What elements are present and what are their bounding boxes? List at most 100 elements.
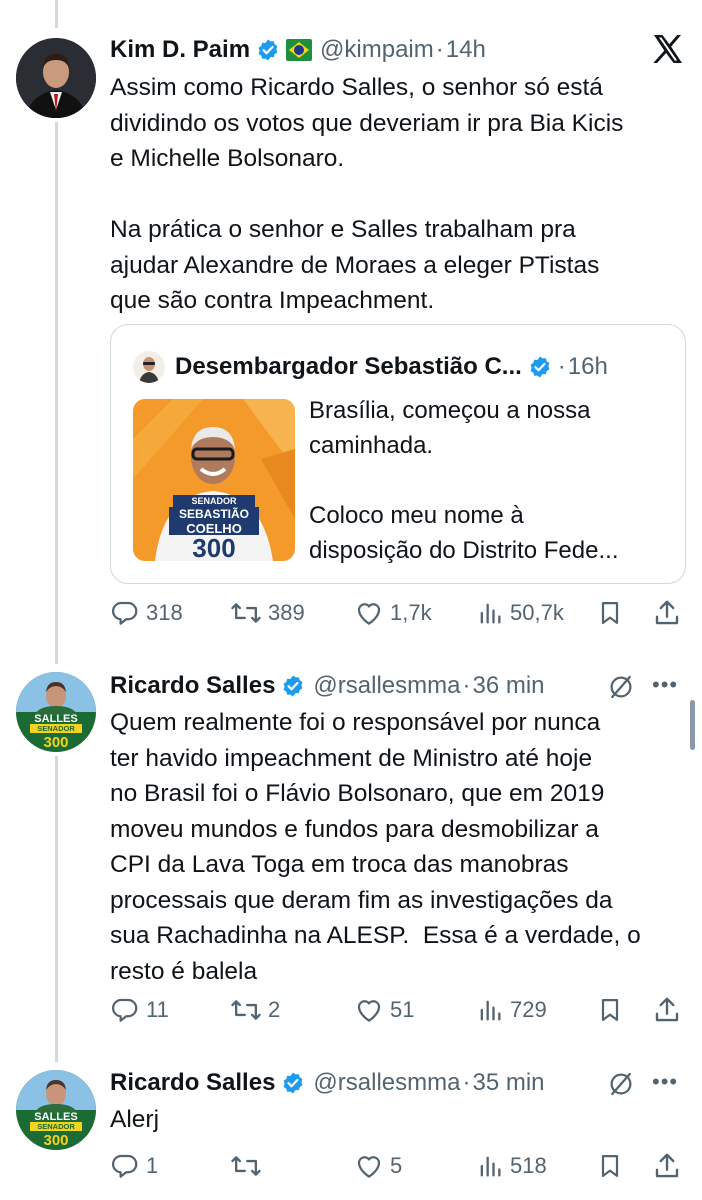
like-icon: [357, 1156, 381, 1178]
quoted-author-name: Desembargador Sebastião C...: [175, 353, 522, 380]
timestamp[interactable]: 35 min: [472, 1069, 544, 1097]
bookmark-button[interactable]: [596, 593, 624, 633]
like-icon: [357, 1000, 381, 1022]
author-name[interactable]: Kim D. Paim: [110, 36, 250, 64]
views-button[interactable]: 729: [476, 990, 547, 1030]
verified-badge-icon: [281, 674, 305, 698]
grok-icon[interactable]: [606, 672, 636, 707]
quoted-avatar: [133, 351, 165, 383]
retweet-count: 389: [268, 600, 305, 625]
image-caption-line2: SEBASTIÃO: [179, 506, 249, 521]
flag-badge-icon: [286, 39, 313, 61]
views-button[interactable]: 518: [476, 1146, 547, 1186]
avatar-text-line2: SENADOR: [37, 724, 75, 733]
author-name[interactable]: Ricardo Salles: [110, 1069, 275, 1097]
tweet-text: Alerj: [110, 1106, 160, 1133]
views-count: 518: [510, 1153, 547, 1178]
like-count: 1,7k: [390, 600, 432, 625]
tweet-text: Assim como Ricardo Salles, o senhor só e…: [110, 74, 624, 314]
retweet-button[interactable]: 389: [230, 593, 305, 633]
more-icon[interactable]: •••: [652, 672, 678, 698]
reply-count: 11: [146, 997, 169, 1022]
author-handle[interactable]: @kimpaim: [320, 36, 434, 64]
author-name[interactable]: Ricardo Salles: [110, 672, 275, 700]
reply-button[interactable]: 318: [110, 593, 183, 633]
share-icon: [655, 1153, 679, 1178]
tweet-actions: 318 389 1,7k 50,7k: [110, 593, 690, 633]
quoted-tweet-text: Brasília, começou a nossa caminhada. Col…: [309, 397, 619, 564]
timestamp[interactable]: 14h: [446, 36, 486, 64]
tweet-text: Quem realmente foi o responsável por nun…: [110, 709, 641, 985]
avatar-text-line2: SENADOR: [37, 1122, 75, 1131]
avatar-text-number: 300: [43, 734, 68, 751]
separator-dot: ·: [462, 672, 471, 699]
retweet-icon: [231, 1000, 261, 1020]
quoted-tweet-header: Desembargador Sebastião C... · 16h: [133, 347, 608, 387]
separator-dot: ·: [557, 353, 566, 380]
bookmark-icon: [601, 998, 619, 1022]
reply-count: 318: [146, 600, 183, 625]
like-count: 5: [390, 1153, 403, 1178]
views-icon: [480, 1000, 501, 1021]
quoted-timestamp: 16h: [567, 353, 608, 380]
scrollbar[interactable]: [690, 700, 695, 750]
bookmark-icon: [601, 601, 619, 625]
views-icon: [480, 1156, 501, 1177]
avatar-text-number: 300: [43, 1132, 68, 1149]
tweet-header: Ricardo Salles @rsallesmma · 36 min: [110, 669, 545, 703]
like-icon: [357, 603, 381, 625]
separator-dot: ·: [462, 1069, 471, 1096]
reply-icon: [111, 601, 138, 625]
tweet-actions: 11 2 51 729: [110, 990, 690, 1030]
reply-button[interactable]: 11: [110, 990, 169, 1030]
author-handle[interactable]: @rsallesmma: [313, 672, 460, 700]
share-icon: [655, 997, 679, 1022]
retweet-count: 2: [268, 997, 281, 1022]
image-caption-line1: SENADOR: [191, 496, 237, 506]
retweet-icon: [231, 1156, 261, 1176]
separator-dot: ·: [435, 36, 444, 63]
verified-badge-icon: [256, 38, 280, 62]
like-button[interactable]: 51: [354, 990, 414, 1030]
bookmark-button[interactable]: [596, 1146, 624, 1186]
image-caption-number: 300: [192, 533, 235, 561]
share-button[interactable]: [652, 1146, 682, 1186]
like-button[interactable]: 5: [354, 1146, 402, 1186]
avatar[interactable]: [16, 38, 96, 118]
bookmark-icon: [601, 1154, 619, 1178]
thread-line: [55, 756, 58, 1062]
x-logo-icon[interactable]: [652, 34, 684, 69]
views-count: 729: [510, 997, 547, 1022]
share-button[interactable]: [652, 593, 682, 633]
retweet-button[interactable]: 2: [230, 990, 280, 1030]
retweet-button[interactable]: [230, 1146, 268, 1186]
tweet-header: Kim D. Paim @kimpaim · 14h: [110, 33, 486, 67]
reply-count: 1: [146, 1153, 159, 1178]
reply-icon: [111, 998, 138, 1022]
author-handle[interactable]: @rsallesmma: [313, 1069, 460, 1097]
like-button[interactable]: 1,7k: [354, 593, 432, 633]
bookmark-button[interactable]: [596, 990, 624, 1030]
views-count: 50,7k: [510, 600, 564, 625]
quoted-tweet[interactable]: Desembargador Sebastião C... · 16h SENAD…: [110, 324, 686, 584]
reply-button[interactable]: 1: [110, 1146, 158, 1186]
like-count: 51: [390, 997, 415, 1022]
verified-badge-icon: [281, 1071, 305, 1095]
avatar[interactable]: SALLES SENADOR 300: [16, 672, 96, 752]
thread-line: [55, 0, 58, 28]
tweet-header: Ricardo Salles @rsallesmma · 35 min: [110, 1066, 545, 1100]
views-button[interactable]: 50,7k: [476, 593, 564, 633]
verified-badge-icon: [528, 355, 552, 379]
reply-icon: [111, 1154, 138, 1178]
retweet-icon: [231, 603, 261, 623]
share-button[interactable]: [652, 990, 682, 1030]
timestamp[interactable]: 36 min: [472, 672, 544, 700]
avatar[interactable]: SALLES SENADOR 300: [16, 1070, 96, 1150]
more-icon[interactable]: •••: [652, 1069, 678, 1095]
grok-icon[interactable]: [606, 1069, 636, 1104]
tweet-actions: 1 5 518: [110, 1146, 690, 1186]
thread-line: [55, 122, 58, 664]
quoted-media-image[interactable]: SENADOR SEBASTIÃO COELHO 300: [133, 399, 295, 561]
share-icon: [655, 600, 679, 625]
views-icon: [480, 603, 501, 624]
